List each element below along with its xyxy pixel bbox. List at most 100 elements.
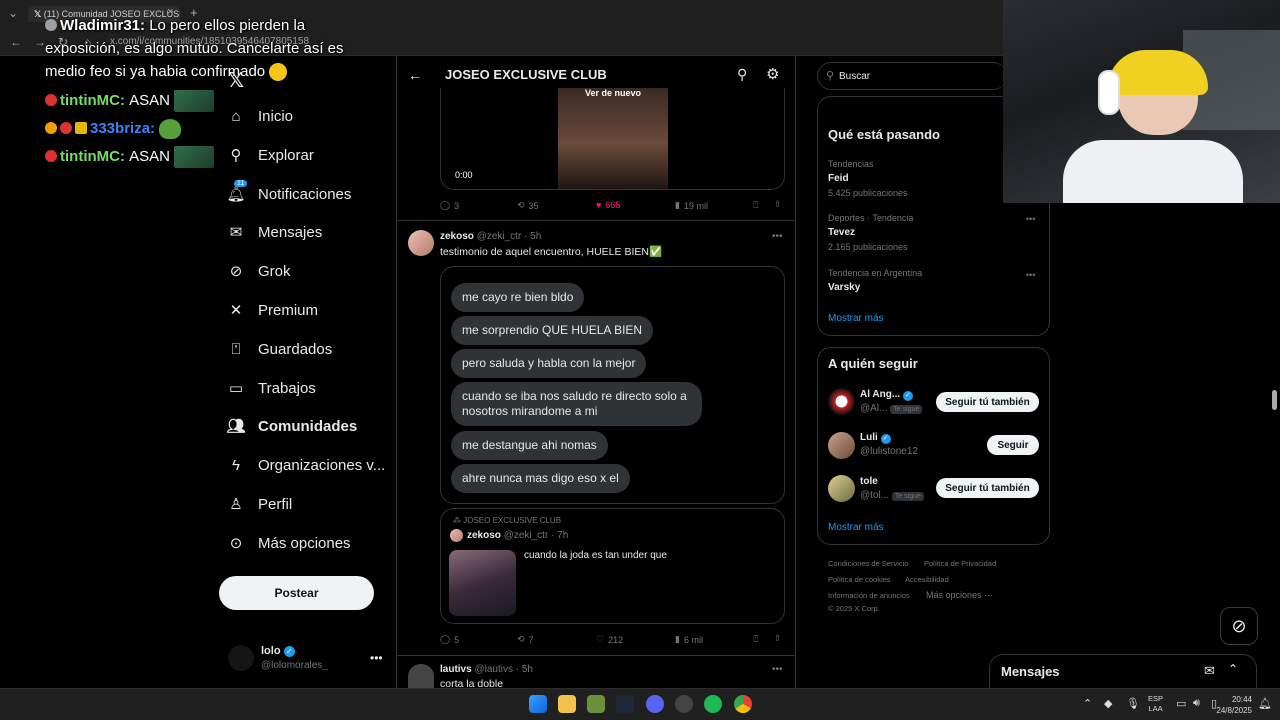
video-player[interactable]: Ver de nuevo 0:00 bbox=[440, 88, 785, 190]
more-icon[interactable]: ••• bbox=[1026, 214, 1035, 224]
footer-more-link[interactable]: Más opciones ··· bbox=[926, 590, 993, 600]
views-action[interactable]: ▮ 19 mil bbox=[675, 200, 708, 211]
retweet-action[interactable]: ⟲ 7 bbox=[517, 634, 534, 645]
replay-label[interactable]: Ver de nuevo bbox=[581, 88, 645, 102]
reply-action[interactable]: ◯ 3 bbox=[440, 200, 459, 211]
emote-icon bbox=[174, 146, 215, 169]
x-icon: ✕ bbox=[229, 302, 243, 319]
follow-button[interactable]: Seguir tú también bbox=[936, 392, 1039, 412]
nav-label: Premium bbox=[258, 301, 319, 319]
nav-item-mas-opciones[interactable]: ⊙ Más opciones bbox=[228, 528, 351, 558]
chrome-icon[interactable] bbox=[734, 695, 752, 713]
page-title: JOSEO EXCLUSIVE CLUB bbox=[445, 67, 607, 82]
author-name[interactable]: zekoso bbox=[440, 231, 474, 242]
more-icon[interactable]: ••• bbox=[772, 664, 783, 675]
search-input[interactable]: ⚲ Buscar bbox=[817, 62, 1007, 90]
badge-icon bbox=[45, 19, 57, 31]
collapse-icon[interactable]: ⌃ bbox=[1228, 662, 1238, 676]
tab-list-icon[interactable]: ⌄ bbox=[8, 6, 18, 20]
more-icon[interactable]: ••• bbox=[772, 231, 783, 242]
follow-button[interactable]: Seguir bbox=[987, 435, 1039, 455]
show-more-link[interactable]: Mostrar más bbox=[828, 313, 884, 324]
post-button[interactable]: Postear bbox=[219, 576, 374, 610]
gear-icon[interactable]: ⚙ bbox=[766, 65, 779, 83]
reply-action[interactable]: ◯ 5 bbox=[440, 634, 459, 645]
trend-item[interactable]: Deportes · Tendencia Tevez 2.165 publica… bbox=[828, 213, 913, 252]
nav-item-grok[interactable]: ⊘ Grok bbox=[228, 256, 291, 286]
nav-item-premium[interactable]: ✕ Premium bbox=[228, 295, 318, 325]
like-action[interactable]: ♥ 665 bbox=[596, 200, 620, 210]
trend-item[interactable]: Tendencia en Argentina Varsky bbox=[828, 268, 922, 293]
start-icon[interactable] bbox=[529, 695, 547, 713]
nav-item-guardados[interactable]: ⍞ Guardados bbox=[228, 334, 332, 364]
nav-item-organizaciones[interactable]: ϟ Organizaciones v... bbox=[228, 450, 385, 480]
chat-bubble: ahre nunca mas digo eso x el bbox=[451, 464, 630, 493]
messages-drawer[interactable]: Mensajes ✉ ⌃ bbox=[989, 654, 1257, 688]
share-icon[interactable]: ⇧ bbox=[774, 633, 782, 644]
footer-link[interactable]: Condiciones de Servicio bbox=[828, 559, 908, 568]
discord-icon[interactable] bbox=[646, 695, 664, 713]
footer-link[interactable]: Política de Privacidad bbox=[924, 559, 996, 568]
more-icon[interactable]: ••• bbox=[370, 651, 383, 665]
retweet-action[interactable]: ⟲ 35 bbox=[517, 200, 539, 211]
quote-text: cuando la joda es tan under que bbox=[524, 550, 667, 561]
language-indicator[interactable]: ESP LAA bbox=[1148, 694, 1163, 714]
back-arrow-icon[interactable]: ← bbox=[408, 67, 422, 83]
share-icon[interactable]: ⇧ bbox=[774, 199, 782, 210]
webcam-feed bbox=[1003, 0, 1280, 203]
follow-name[interactable]: tole bbox=[860, 476, 878, 487]
avatar[interactable] bbox=[828, 432, 855, 459]
follow-button[interactable]: Seguir tú también bbox=[936, 478, 1039, 498]
nav-item-mensajes[interactable]: ✉ Mensajes bbox=[228, 217, 323, 247]
follow-name[interactable]: Al Ang... ✓ bbox=[860, 389, 913, 401]
footer-link[interactable]: Política de cookies bbox=[828, 575, 891, 584]
avatar[interactable] bbox=[828, 388, 855, 415]
nav-item-inicio[interactable]: ⌂ Inicio bbox=[228, 101, 293, 131]
follow-name[interactable]: Luli ✓ bbox=[860, 432, 891, 444]
footer-link[interactable]: Accesibilidad bbox=[905, 575, 949, 584]
tweet-header: lautivs @lautivs · 5h bbox=[440, 664, 533, 675]
briefcase-icon: ▭ bbox=[228, 380, 244, 397]
steam-icon[interactable] bbox=[616, 695, 634, 713]
tray-icon[interactable]: ◆ bbox=[1104, 697, 1112, 710]
back-icon[interactable]: ← bbox=[10, 35, 22, 49]
clock[interactable]: 20:44 24/8/2025 bbox=[1212, 694, 1252, 716]
avatar[interactable] bbox=[408, 230, 434, 256]
chat-bubble: me sorprendio QUE HUELA BIEN bbox=[451, 316, 654, 345]
quote-thumbnail[interactable] bbox=[449, 550, 516, 616]
chat-line: Wladimir31: Lo pero ellos pierden la bbox=[45, 14, 305, 37]
people-icon: 👥︎ bbox=[226, 418, 246, 435]
show-more-link[interactable]: Mostrar más bbox=[828, 522, 884, 533]
nav-item-explorar[interactable]: ⚲ Explorar bbox=[228, 140, 314, 170]
bookmark-icon[interactable]: ⍞ bbox=[753, 200, 758, 211]
obs-icon[interactable] bbox=[675, 695, 693, 713]
search-icon[interactable]: ⚲ bbox=[737, 66, 747, 83]
spotify-icon[interactable] bbox=[704, 695, 722, 713]
grok-floating-button[interactable]: ⊘ bbox=[1220, 607, 1258, 645]
account-name[interactable]: lolo ✓ bbox=[261, 645, 295, 657]
scrollbar-thumb[interactable] bbox=[1272, 390, 1277, 410]
x-logo-icon[interactable]: 𝕏 bbox=[228, 68, 244, 93]
like-action[interactable]: ♡ 212 bbox=[596, 634, 623, 645]
nav-item-trabajos[interactable]: ▭ Trabajos bbox=[228, 373, 316, 403]
volume-icon[interactable]: 🔊︎ bbox=[1193, 697, 1200, 710]
mic-icon[interactable]: 🎙︎ bbox=[1126, 697, 1140, 710]
new-message-icon[interactable]: ✉ bbox=[1204, 663, 1215, 679]
nav-item-comunidades[interactable]: 👥︎ Comunidades bbox=[226, 411, 357, 441]
more-icon[interactable]: ••• bbox=[1026, 270, 1035, 280]
trend-item[interactable]: Tendencias Feid 5.425 publicaciones bbox=[828, 159, 908, 198]
nav-item-notificaciones[interactable]: 🔔︎ 11 Notificaciones bbox=[226, 179, 351, 209]
nav-item-perfil[interactable]: ♙ Perfil bbox=[228, 489, 292, 519]
avatar[interactable] bbox=[228, 645, 254, 671]
app-icon[interactable] bbox=[587, 695, 605, 713]
network-icon[interactable]: ▭ bbox=[1176, 697, 1186, 710]
avatar[interactable] bbox=[408, 664, 434, 688]
notification-icon[interactable]: 🔔︎ bbox=[1258, 697, 1272, 710]
footer-link[interactable]: Información de anuncios bbox=[828, 591, 910, 600]
bookmark-icon[interactable]: ⍞ bbox=[753, 634, 758, 645]
folder-icon[interactable] bbox=[558, 695, 576, 713]
avatar[interactable] bbox=[828, 475, 855, 502]
chevron-up-icon[interactable]: ⌃ bbox=[1083, 697, 1092, 710]
views-action[interactable]: ▮ 6 mil bbox=[675, 634, 703, 645]
badge-icon bbox=[45, 150, 57, 162]
